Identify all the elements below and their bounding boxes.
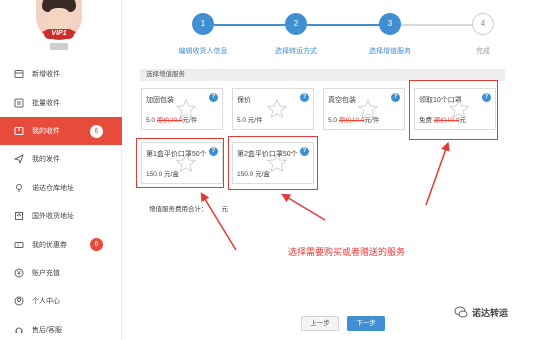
price-original: 原价10.0 — [338, 117, 365, 124]
step-2-circle: 2 — [285, 13, 307, 35]
progress-stepper: 1 2 3 4 编辑收货人信息 选择转运方式 选择增值服务 完成 — [122, 0, 545, 65]
service-card-insurance[interactable]: 保价 ? 5.0 元/件 — [232, 88, 314, 130]
step-connector — [400, 24, 480, 26]
vip-badge: VIP1 — [44, 29, 74, 39]
highlight-box-mask-box-1 — [136, 138, 224, 188]
sidebar: VIP1 新增收件 批量收件 我的收件 6 我的发件 诺达仓库地址 国外收货地址… — [0, 0, 122, 340]
sidebar-item-label: 我的优惠券 — [32, 241, 67, 249]
total-unit: 元 — [221, 206, 229, 213]
user-profile: VIP1 — [0, 0, 122, 58]
price-unit: 元/件 — [182, 117, 198, 124]
batch-icon — [14, 98, 24, 108]
next-step-button[interactable]: 下一步 — [347, 316, 385, 331]
sidebar-item-warehouse-address[interactable]: 诺达仓库地址 — [0, 174, 122, 202]
service-price: 5.0 元/件 — [237, 117, 263, 124]
service-card-reinforced-packing[interactable]: 加固包装 ? 5.0 原价20.0元/件 — [141, 88, 223, 130]
count-badge: 6 — [90, 238, 103, 252]
sidebar-item-personal-center[interactable]: 个人中心 — [0, 287, 122, 315]
services-total: 增值服务费用合计： 元 — [149, 203, 228, 213]
sidebar-item-after-sales[interactable]: 售后/客服 — [0, 316, 122, 340]
inbox-icon — [14, 69, 24, 79]
sidebar-item-recharge[interactable]: 账户充值 — [0, 259, 122, 287]
service-name: 真空包装 — [328, 97, 356, 104]
location-icon — [14, 183, 24, 193]
help-icon[interactable]: ? — [209, 93, 218, 102]
service-icon — [14, 325, 24, 335]
arrow-to-free-masks — [425, 141, 450, 206]
sidebar-item-label: 诺达仓库地址 — [32, 184, 74, 192]
step-1-circle: 1 — [192, 13, 214, 35]
sidebar-item-foreign-address[interactable]: 国外收货地址 — [0, 202, 122, 230]
watermark: 诺达转运 — [454, 305, 508, 319]
prev-step-button[interactable]: 上一步 — [301, 316, 339, 331]
star-icon — [266, 98, 288, 119]
service-name: 加固包装 — [146, 97, 174, 104]
step-connector — [305, 24, 385, 26]
step-4-circle: 4 — [472, 13, 494, 35]
watermark-text: 诺达转运 — [472, 307, 509, 318]
step-4-label: 完成 — [476, 48, 490, 55]
sidebar-item-label: 国外收货地址 — [32, 213, 74, 221]
service-price: 5.0 原价10.0元/件 — [328, 114, 379, 124]
sidebar-item-label: 新增收件 — [32, 71, 60, 79]
arrow-to-mask-box-2 — [281, 193, 326, 221]
step-2-label: 选择转运方式 — [275, 48, 317, 55]
sidebar-item-label: 我的收件 — [32, 127, 60, 135]
step-3-circle: 3 — [379, 13, 401, 35]
price-unit: 元/件 — [364, 117, 380, 124]
sidebar-nav: 新增收件 批量收件 我的收件 6 我的发件 诺达仓库地址 国外收货地址 我的优惠… — [0, 60, 122, 340]
sidebar-item-batch-receive[interactable]: 批量收件 — [0, 88, 122, 116]
username-blurred — [50, 43, 68, 50]
service-price: 5.0 原价20.0元/件 — [146, 114, 197, 124]
user-icon — [14, 296, 24, 306]
service-card-vacuum-packing[interactable]: 真空包装 ? 5.0 原价10.0元/件 — [323, 88, 405, 130]
highlight-box-free-masks — [409, 80, 498, 140]
annotation-note: 选择需要购买或者赠送的服务 — [288, 247, 406, 257]
sidebar-item-label: 个人中心 — [32, 298, 60, 306]
count-badge: 6 — [90, 124, 103, 138]
sidebar-item-label: 账户充值 — [32, 269, 60, 277]
price-current: 5.0 — [328, 117, 338, 124]
step-connector — [214, 24, 294, 26]
avatar-face — [47, 8, 71, 30]
sidebar-item-new-receive[interactable]: 新增收件 — [0, 60, 122, 88]
package-icon — [14, 126, 24, 136]
sidebar-item-coupons[interactable]: 我的优惠券 6 — [0, 230, 122, 258]
wechat-logo-icon — [454, 306, 468, 318]
send-icon — [14, 154, 24, 165]
highlight-box-mask-box-2 — [228, 136, 318, 190]
page-root: VIP1 新增收件 批量收件 我的收件 6 我的发件 诺达仓库地址 国外收货地址… — [0, 0, 545, 340]
price-current: 5.0 — [146, 117, 156, 124]
sidebar-item-label: 批量收件 — [32, 99, 60, 107]
sidebar-item-label: 售后/客服 — [32, 326, 62, 334]
total-label: 增值服务费用合计： — [149, 206, 208, 213]
help-icon[interactable]: ? — [300, 93, 309, 102]
coupon-icon — [14, 240, 24, 250]
step-3-label: 选择增值服务 — [369, 48, 411, 55]
step-1-label: 编辑收货人信息 — [178, 48, 228, 55]
sidebar-item-my-send[interactable]: 我的发件 — [0, 145, 122, 173]
service-name: 保价 — [237, 97, 251, 104]
price-original: 原价20.0 — [156, 117, 183, 124]
yen-icon — [14, 268, 24, 278]
globe-icon — [14, 211, 24, 221]
sidebar-item-my-receive[interactable]: 我的收件 6 — [0, 116, 122, 146]
sidebar-item-label: 我的发件 — [32, 156, 60, 164]
help-icon[interactable]: ? — [391, 93, 400, 102]
